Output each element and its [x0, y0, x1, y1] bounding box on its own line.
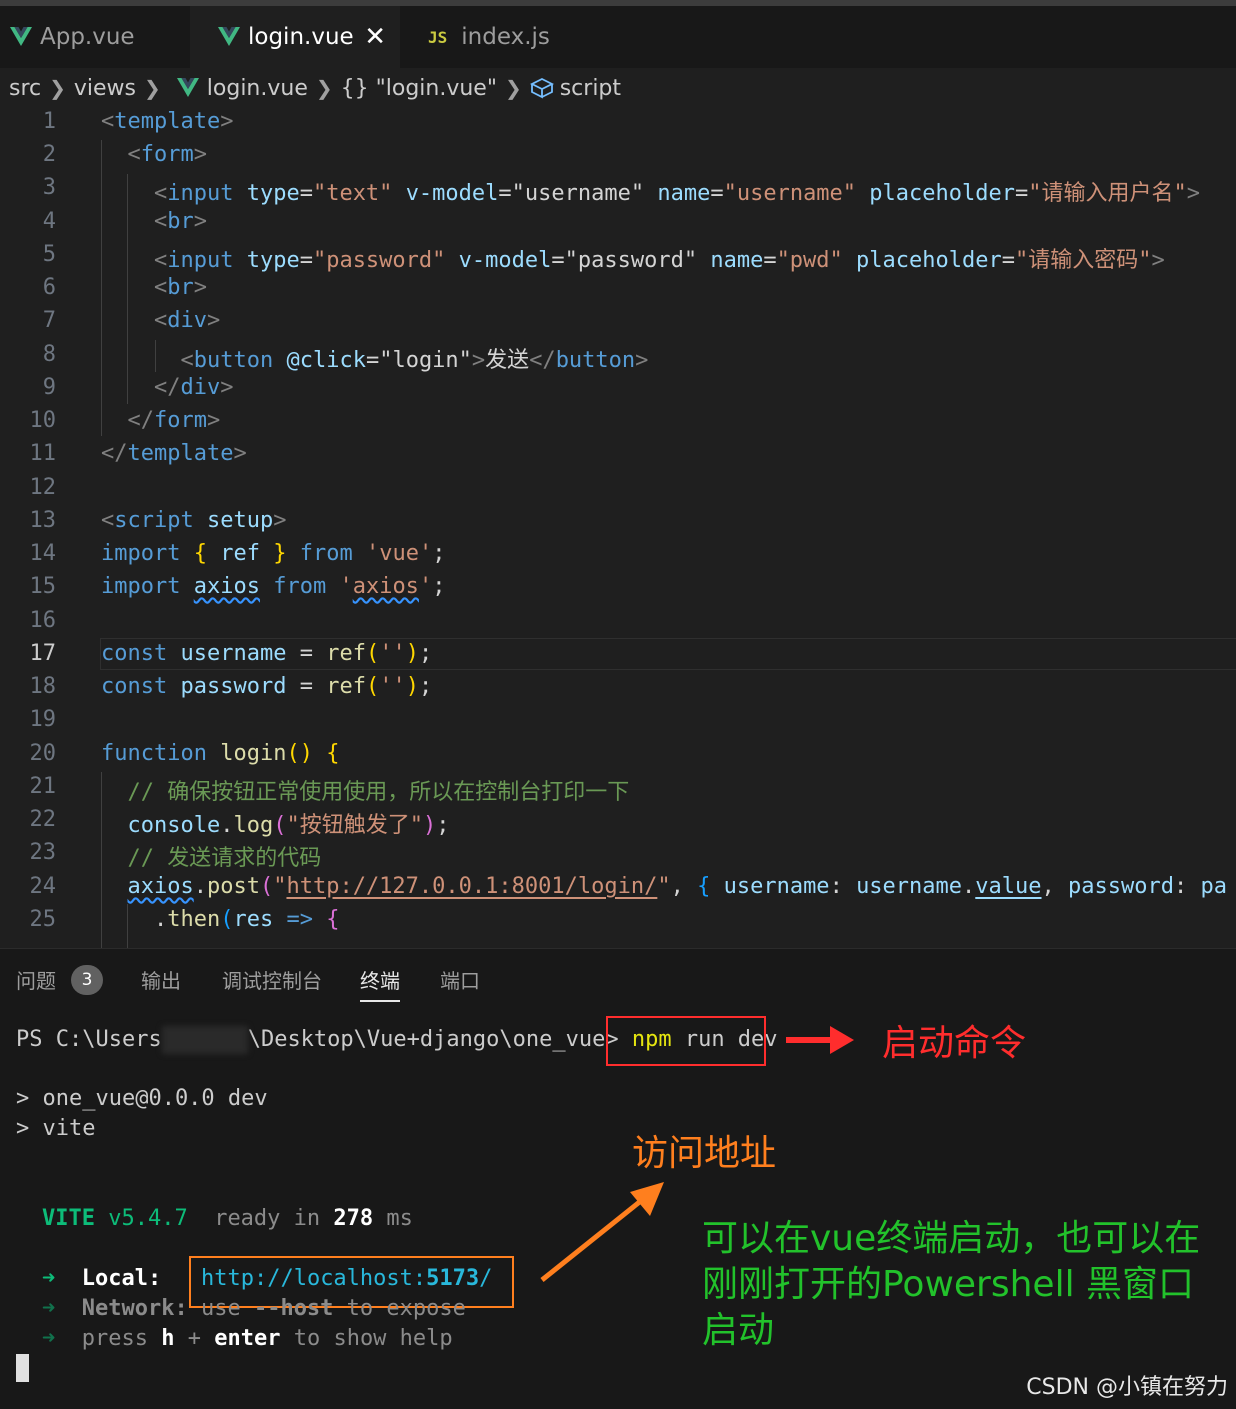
line-number: 18: [29, 674, 57, 699]
code-editor[interactable]: 1 2 3 4 5 6 7 8 9 10 11 12 13 14 15 16 17 18 19 20 21 22 23 24 2…: [0, 108, 1236, 948]
breadcrumb: src ❯ views ❯ login.vue ❯ {} "login.vue"…: [0, 68, 1236, 108]
code-line: const username = ref('');: [101, 641, 433, 666]
code-line: console.log("按钮触发了");: [127, 813, 450, 838]
breadcrumb-file[interactable]: login.vue: [207, 76, 308, 101]
terminal-vite-line: VITE v5.4.7 ready in 278 ms: [42, 1206, 413, 1231]
arrow-right-icon: ➜: [42, 1296, 56, 1321]
close-icon[interactable]: ✕: [364, 22, 386, 52]
tab-debug-console[interactable]: 调试控制台: [222, 965, 322, 994]
code-line: </form>: [127, 408, 221, 433]
arrow-right-icon: ➜: [42, 1326, 56, 1351]
tab-ports[interactable]: 端口: [440, 965, 480, 994]
vue-icon: [218, 27, 240, 46]
vue-icon: [10, 27, 32, 46]
code-line: import axios from 'axios';: [101, 574, 446, 599]
js-icon: JS: [428, 27, 448, 47]
code-line: <script setup>: [101, 508, 287, 533]
line-number: 20: [29, 741, 57, 766]
terminal-output-line: > one_vue@0.0.0 dev: [16, 1086, 268, 1111]
terminal-help-line: ➜ press h + enter to show help: [42, 1326, 453, 1351]
tab-app-vue[interactable]: App.vue: [0, 6, 190, 68]
code-line: <template>: [101, 109, 234, 134]
vue-icon: [176, 78, 199, 97]
code-line: </div>: [153, 375, 234, 400]
watermark: CSDN @小镇在努力: [1026, 1375, 1228, 1400]
code-line: <br>: [153, 209, 207, 234]
chevron-right-icon: ❯: [315, 76, 333, 100]
line-number: 24: [29, 874, 57, 899]
code-line: function login() {: [101, 741, 340, 766]
line-number: 16: [29, 608, 57, 633]
tab-label: index.js: [461, 24, 550, 50]
red-arrow-icon: [786, 1026, 854, 1054]
line-number: 17: [29, 641, 57, 666]
code-line: <input type="text" v-model="username" na…: [153, 181, 1200, 206]
line-number: 21: [29, 774, 57, 799]
line-number: 2: [42, 142, 56, 167]
line-number: 12: [29, 475, 57, 500]
tab-label: App.vue: [40, 24, 135, 50]
terminal-cursor: [16, 1354, 29, 1382]
annotation-start-command: 启动命令: [882, 1023, 1027, 1064]
editor-tab-bar: App.vue login.vue ✕ JS index.js: [0, 6, 1236, 68]
chevron-right-icon: ❯: [144, 76, 161, 100]
line-number: 14: [29, 541, 57, 566]
tab-terminal[interactable]: 终端: [360, 965, 400, 1002]
terminal-network-line: ➜ Network: use --host to expose: [42, 1296, 466, 1321]
tab-index-js[interactable]: JS index.js: [400, 6, 610, 68]
tab-label: login.vue: [248, 24, 354, 50]
breadcrumb-script[interactable]: script: [560, 76, 621, 101]
line-number: 9: [42, 375, 56, 400]
line-number: 7: [42, 308, 56, 333]
line-number: 13: [29, 508, 57, 533]
line-number: 8: [42, 342, 56, 367]
line-number: 4: [42, 209, 56, 234]
code-comment: // 发送请求的代码: [127, 846, 322, 871]
line-number: 1: [42, 109, 56, 134]
tab-output[interactable]: 输出: [141, 965, 181, 994]
code-line: <br>: [153, 275, 207, 300]
line-number: 11: [29, 441, 57, 466]
line-number: 6: [42, 275, 56, 300]
command-highlight-box: [606, 1016, 766, 1066]
problems-count-badge: 3: [71, 965, 103, 995]
breadcrumb-object[interactable]: {} "login.vue": [341, 76, 497, 101]
line-number: 10: [29, 408, 57, 433]
line-number: 3: [42, 175, 56, 200]
code-line: <div>: [153, 308, 221, 333]
code-line: const password = ref('');: [101, 674, 433, 699]
cube-icon: [529, 77, 554, 99]
redacted-username: [161, 1026, 248, 1054]
code-line: import { ref } from 'vue';: [101, 541, 446, 566]
line-number: 23: [29, 840, 57, 865]
code-line: .then(res => {: [153, 907, 340, 932]
line-number: 15: [29, 574, 57, 599]
tab-problems[interactable]: 问题: [16, 965, 56, 994]
chevron-right-icon: ❯: [49, 76, 66, 100]
code-line: <form>: [127, 142, 207, 167]
code-comment: // 确保按钮正常使用使用，所以在控制台打印一下: [127, 780, 630, 805]
code-line: <input type="password" v-model="password…: [153, 248, 1165, 273]
arrow-right-icon: ➜: [42, 1266, 56, 1291]
annotation-note: 可以在vue终端启动，也可以在 刚刚打开的Powershell 黑窗口 启动: [702, 1218, 1201, 1351]
orange-arrow-icon: [540, 1182, 664, 1282]
breadcrumb-src[interactable]: src: [9, 76, 41, 101]
chevron-right-icon: ❯: [504, 76, 522, 100]
code-line: axios.post("http://127.0.0.1:8001/login/…: [127, 874, 1227, 899]
line-number: 22: [29, 807, 57, 832]
annotation-visit-address: 访问地址: [632, 1133, 777, 1174]
terminal-output-line: > vite: [16, 1116, 96, 1141]
code-line: </template>: [101, 441, 247, 466]
tab-login-vue[interactable]: login.vue ✕: [190, 6, 400, 68]
code-line: <button @click="login">发送</button>: [180, 348, 649, 373]
line-number: 25: [29, 907, 57, 932]
breadcrumb-views[interactable]: views: [74, 76, 136, 101]
line-number: 5: [42, 242, 56, 267]
line-number: 19: [29, 707, 57, 732]
